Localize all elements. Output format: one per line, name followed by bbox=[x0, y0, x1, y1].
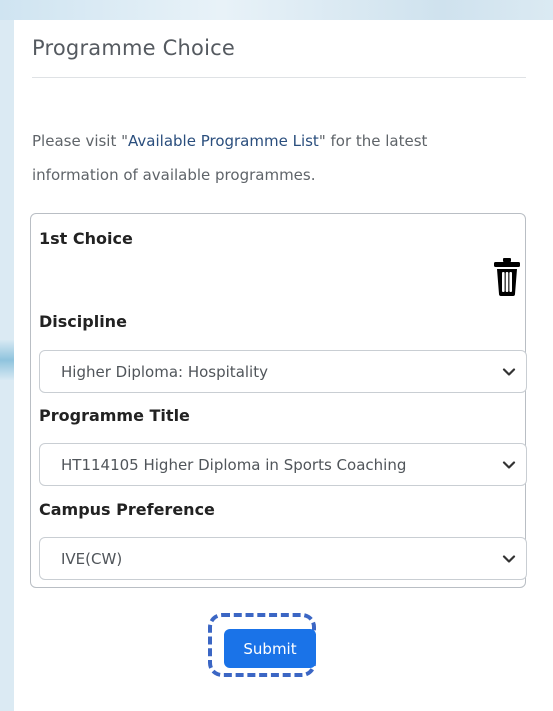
programme-choice-panel: Programme Choice Please visit "Available… bbox=[14, 20, 553, 711]
discipline-label: Discipline bbox=[39, 312, 127, 331]
info-text: Please visit "Available Programme List" … bbox=[32, 124, 512, 192]
info-text-before: Please visit " bbox=[32, 132, 129, 150]
chevron-down-icon bbox=[502, 368, 516, 376]
chevron-down-icon bbox=[502, 555, 516, 563]
available-programme-list-link[interactable]: Available Programme List bbox=[128, 132, 319, 150]
programme-title-value: HT114105 Higher Diploma in Sports Coachi… bbox=[61, 456, 407, 474]
discipline-select[interactable]: Higher Diploma: Hospitality bbox=[39, 350, 527, 393]
title-divider bbox=[32, 77, 526, 78]
submit-button[interactable]: Submit bbox=[224, 629, 316, 668]
programme-title-label: Programme Title bbox=[39, 406, 190, 425]
section-title: Programme Choice bbox=[32, 36, 235, 60]
page-background-stripe bbox=[0, 340, 14, 380]
campus-preference-value: IVE(CW) bbox=[61, 550, 123, 568]
chevron-down-icon bbox=[502, 461, 516, 469]
trash-icon[interactable] bbox=[493, 257, 521, 297]
choice-heading: 1st Choice bbox=[39, 229, 133, 248]
campus-preference-label: Campus Preference bbox=[39, 500, 215, 519]
discipline-value: Higher Diploma: Hospitality bbox=[61, 363, 268, 381]
page-background-top bbox=[0, 0, 553, 20]
choice-card: 1st Choice Discipline Higher Diploma: Ho… bbox=[30, 213, 527, 588]
campus-preference-select[interactable]: IVE(CW) bbox=[39, 537, 527, 580]
programme-title-select[interactable]: HT114105 Higher Diploma in Sports Coachi… bbox=[39, 443, 527, 486]
